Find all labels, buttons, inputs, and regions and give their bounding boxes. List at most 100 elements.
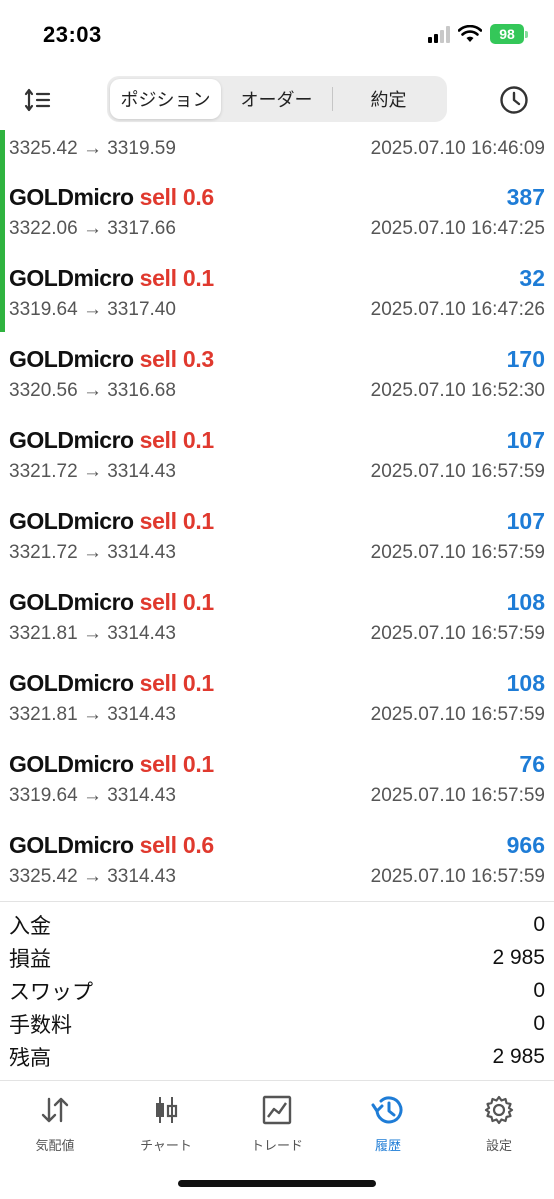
deal-profit: 108 [506, 670, 545, 696]
status-bar: 23:03 98 [0, 0, 554, 72]
deal-symbol: GOLDmicro [9, 670, 134, 696]
deal-symbol: GOLDmicro [9, 184, 134, 210]
summary-label: 損益 [9, 947, 51, 971]
summary-value: 2 985 [492, 945, 545, 969]
deal-time: 2025.07.10 16:57:59 [370, 704, 545, 725]
battery-level: 98 [490, 24, 524, 44]
deal-profit: 76 [519, 751, 545, 777]
history-segment-control: ポジション オーダー 約定 [107, 76, 447, 122]
deal-action: sell 0.1 [139, 508, 215, 534]
tab-history[interactable]: 履歴 [333, 1093, 443, 1154]
deal-symbol: GOLDmicro [9, 427, 134, 453]
deal-prices: 3321.72 → 3314.43 [9, 461, 176, 482]
deal-action: sell 0.1 [139, 589, 215, 615]
tab-positions[interactable]: ポジション [110, 79, 221, 119]
deal-action: sell 0.1 [139, 427, 215, 453]
deal-row[interactable]: GOLDmicro sell 0.6 387 3322.06 → 3317.66 … [0, 170, 554, 251]
deal-marker [0, 130, 5, 170]
tab-label: チャート [140, 1138, 192, 1153]
tab-label: 履歴 [374, 1138, 401, 1153]
deal-action: sell 0.3 [139, 346, 215, 372]
deal-symbol: GOLDmicro [9, 508, 134, 534]
wifi-icon [458, 25, 482, 42]
deal-row[interactable]: 3325.42 → 3319.59 2025.07.10 16:46:09 [0, 130, 554, 170]
top-toolbar: ポジション オーダー 約定 [0, 72, 554, 128]
tab-label: 気配値 [35, 1138, 75, 1153]
sort-icon [24, 88, 51, 112]
tab-settings[interactable]: 設定 [444, 1093, 554, 1154]
sort-button[interactable] [20, 82, 56, 118]
trade-icon [260, 1093, 294, 1127]
tab-chart[interactable]: チャート [111, 1093, 221, 1154]
status-icons: 98 [428, 24, 528, 44]
deal-symbol: GOLDmicro [9, 832, 134, 858]
status-time: 23:03 [43, 22, 102, 47]
deal-row[interactable]: GOLDmicro sell 0.6 966 3325.42 → 3314.43 … [0, 818, 554, 899]
summary-deposit: 入金 0 [0, 908, 554, 941]
summary-label: 入金 [9, 914, 51, 938]
deal-profit: 170 [506, 346, 545, 372]
deal-symbol: GOLDmicro [9, 346, 134, 372]
summary-value: 2 985 [492, 1044, 545, 1068]
tab-orders[interactable]: オーダー [221, 79, 332, 119]
deal-profit: 108 [506, 589, 545, 615]
deal-action: sell 0.6 [139, 832, 215, 858]
period-button[interactable] [496, 82, 532, 118]
summary-balance: 残高 2 985 [0, 1040, 554, 1073]
deal-action: sell 0.1 [139, 265, 215, 291]
summary-label: スワップ [9, 980, 93, 1004]
summary-value: 0 [533, 912, 545, 936]
history-icon [371, 1093, 405, 1127]
deal-symbol: GOLDmicro [9, 589, 134, 615]
deal-symbol: GOLDmicro [9, 265, 134, 291]
chart-icon [149, 1093, 183, 1127]
summary-value: 0 [533, 1011, 545, 1035]
deal-time: 2025.07.10 16:57:59 [370, 461, 545, 482]
tab-label: 設定 [485, 1138, 512, 1153]
deal-row[interactable]: GOLDmicro sell 0.1 108 3321.81 → 3314.43 … [0, 575, 554, 656]
home-indicator [178, 1180, 376, 1187]
deal-row[interactable]: GOLDmicro sell 0.3 170 3320.56 → 3316.68 … [0, 332, 554, 413]
tab-deals[interactable]: 約定 [333, 79, 444, 119]
tab-label: トレード [250, 1138, 303, 1153]
account-summary: 入金 0 損益 2 985 スワップ 0 手数料 0 残高 2 985 [0, 901, 554, 1073]
deal-prices: 3319.64 → 3317.40 [9, 299, 176, 320]
summary-label: 手数料 [9, 1013, 72, 1037]
deal-prices: 3319.64 → 3314.43 [9, 785, 176, 806]
deal-marker [0, 170, 5, 251]
deal-time: 2025.07.10 16:52:30 [370, 380, 545, 401]
tab-quotes[interactable]: 気配値 [0, 1093, 110, 1154]
summary-swap: スワップ 0 [0, 974, 554, 1007]
summary-label: 残高 [9, 1046, 51, 1070]
deal-row[interactable]: GOLDmicro sell 0.1 32 3319.64 → 3317.40 2… [0, 251, 554, 332]
tab-trade[interactable]: トレード [222, 1093, 332, 1154]
deal-action: sell 0.1 [139, 670, 215, 696]
deal-prices: 3321.81 → 3314.43 [9, 704, 176, 725]
deal-prices: 3320.56 → 3316.68 [9, 380, 176, 401]
deal-prices: 3325.42 → 3314.43 [9, 866, 176, 887]
deal-prices: 3325.42 → 3319.59 [9, 138, 176, 159]
summary-profit: 損益 2 985 [0, 941, 554, 974]
clock-icon [500, 86, 528, 114]
deal-profit: 107 [506, 508, 545, 534]
deal-row[interactable]: GOLDmicro sell 0.1 107 3321.72 → 3314.43 … [0, 494, 554, 575]
deal-list: 3325.42 → 3319.59 2025.07.10 16:46:09 GO… [0, 130, 554, 899]
deal-action: sell 0.6 [139, 184, 215, 210]
deal-time: 2025.07.10 16:46:09 [370, 138, 545, 159]
summary-value: 0 [533, 978, 545, 1002]
deal-prices: 3321.72 → 3314.43 [9, 542, 176, 563]
deal-marker [0, 251, 5, 332]
deal-time: 2025.07.10 16:57:59 [370, 866, 545, 887]
deal-row[interactable]: GOLDmicro sell 0.1 107 3321.72 → 3314.43 … [0, 413, 554, 494]
deal-row[interactable]: GOLDmicro sell 0.1 76 3319.64 → 3314.43 2… [0, 737, 554, 818]
deal-symbol: GOLDmicro [9, 751, 134, 777]
cellular-signal-icon [428, 25, 450, 43]
deal-action: sell 0.1 [139, 751, 215, 777]
summary-commission: 手数料 0 [0, 1007, 554, 1040]
deal-row[interactable]: GOLDmicro sell 0.1 108 3321.81 → 3314.43 … [0, 656, 554, 737]
quotes-icon [38, 1093, 72, 1127]
deal-profit: 966 [506, 832, 545, 858]
battery-icon: 98 [490, 24, 528, 44]
deal-time: 2025.07.10 16:57:59 [370, 623, 545, 644]
deal-prices: 3321.81 → 3314.43 [9, 623, 176, 644]
